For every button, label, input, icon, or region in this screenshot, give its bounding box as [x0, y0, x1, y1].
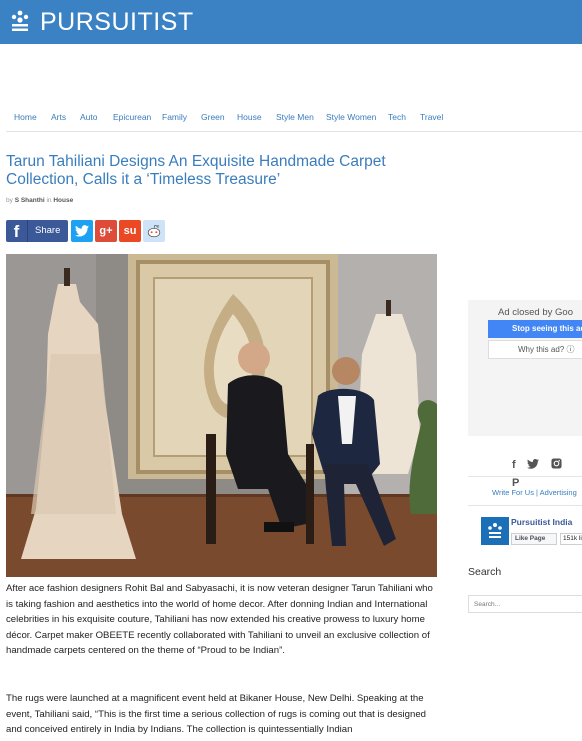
byline-author[interactable]: S Shanthi — [15, 197, 45, 204]
nav-item-travel[interactable]: Travel — [420, 112, 443, 122]
nav-item-style-men[interactable]: Style Men — [276, 112, 314, 122]
like-count: 151k lik — [560, 533, 582, 545]
article-hero-image[interactable] — [6, 254, 437, 577]
facebook-page-widget: Pursuitist India Like Page 151k lik — [481, 517, 582, 547]
sidebar-social-icons: f P — [512, 455, 582, 489]
twitter-icon[interactable] — [527, 459, 540, 469]
crown-logo-icon[interactable] — [8, 9, 32, 33]
byline-prefix: by — [6, 197, 13, 204]
google-plus-icon: g+ — [99, 225, 113, 237]
article-title[interactable]: Tarun Tahiliani Designs An Exquisite Han… — [6, 153, 426, 189]
twitter-share-button[interactable] — [71, 220, 93, 242]
nav-item-green[interactable]: Green — [201, 112, 225, 122]
nav-item-family[interactable]: Family — [162, 112, 187, 122]
nav-item-style-women[interactable]: Style Women — [326, 112, 376, 122]
reddit-icon — [147, 225, 161, 238]
article-paragraph: After ace fashion designers Rohit Bal an… — [6, 583, 433, 656]
article-paragraph: The rugs were launched at a magnificent … — [6, 693, 427, 735]
sidebar-divider — [468, 476, 582, 477]
nav-item-epicurean[interactable]: Epicurean — [113, 112, 151, 122]
like-page-label: Like Page — [515, 535, 546, 542]
search-heading: Search — [468, 566, 502, 578]
facebook-icon: f — [6, 220, 28, 242]
like-page-button[interactable]: Like Page — [511, 533, 557, 545]
nav-divider — [6, 131, 582, 132]
site-logo[interactable]: PURSUITIST — [40, 8, 194, 37]
stumbleupon-share-button[interactable]: su — [119, 220, 141, 242]
instagram-icon[interactable] — [551, 458, 562, 469]
twitter-icon — [75, 225, 89, 237]
nav-item-arts[interactable]: Arts — [51, 112, 66, 122]
search-input[interactable] — [468, 595, 582, 613]
write-for-us-links[interactable]: Write For Us | Advertising — [492, 488, 577, 497]
nav-item-house[interactable]: House — [237, 112, 262, 122]
facebook-share-button[interactable]: f Share — [6, 220, 68, 242]
stumbleupon-icon: su — [123, 225, 137, 237]
facebook-icon[interactable]: f — [512, 459, 516, 471]
site-header: PURSUITIST — [0, 0, 582, 44]
why-this-ad-button[interactable]: Why this ad? ⓘ — [488, 340, 582, 359]
reddit-share-button[interactable] — [143, 220, 165, 242]
gplus-share-button[interactable]: g+ — [95, 220, 117, 242]
sidebar-divider — [468, 505, 582, 506]
nav-item-tech[interactable]: Tech — [388, 112, 406, 122]
nav-item-auto[interactable]: Auto — [80, 112, 98, 122]
ad-closed-panel: Ad closed by Goo Stop seeing this ad Why… — [468, 300, 582, 436]
main-nav: Home Arts Auto Epicurean Family Green Ho… — [0, 112, 582, 132]
ad-closed-label: Ad closed by Goo — [498, 307, 573, 318]
stop-seeing-ad-button[interactable]: Stop seeing this ad — [488, 320, 582, 338]
byline-in: in — [46, 197, 52, 204]
nav-item-home[interactable]: Home — [14, 112, 37, 122]
byline-category[interactable]: House — [53, 197, 73, 204]
crown-logo-icon — [488, 523, 502, 538]
page-avatar[interactable] — [481, 517, 509, 545]
fb-page-name[interactable]: Pursuitist India — [511, 517, 572, 527]
facebook-share-label: Share — [35, 225, 61, 236]
article-byline: by S Shanthi in House — [6, 197, 73, 204]
